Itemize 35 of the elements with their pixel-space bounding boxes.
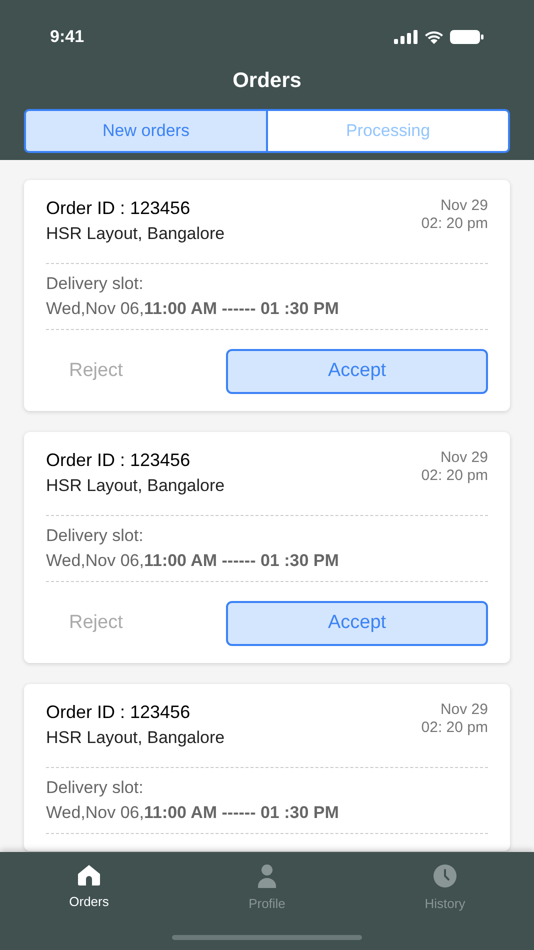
reject-button[interactable]: Reject (46, 602, 226, 646)
order-date: Nov 29 (440, 701, 488, 719)
order-date: Nov 29 (440, 449, 488, 467)
battery-icon (450, 30, 484, 44)
clock-icon (433, 864, 457, 888)
tab[interactable]: New orders (26, 110, 266, 150)
order-address: HSR Layout, Bangalore (46, 727, 225, 749)
slot-label: Delivery slot: (46, 777, 144, 799)
reject-button[interactable]: Reject (46, 350, 226, 394)
page-title: Orders (232, 68, 302, 94)
order-time: 02: 20 pm (421, 719, 488, 737)
nav-tab[interactable]: Orders (0, 864, 178, 914)
order-id: Order ID : 123456 (46, 701, 192, 723)
tab[interactable]: Processing (266, 110, 508, 150)
order-date: Nov 29 (440, 197, 488, 215)
slot-label: Delivery slot: (46, 525, 144, 547)
order-id: Order ID : 123456 (46, 449, 192, 471)
status-time: 9:41 (50, 26, 84, 48)
slot-label: Delivery slot: (46, 273, 144, 295)
signal-icon (394, 30, 418, 44)
person-icon (257, 864, 277, 888)
delivery-slot: Wed,Nov 06,11:00 AM ------ 01 :30 PM (46, 802, 488, 824)
order-id: Order ID : 123456 (46, 197, 192, 219)
home-icon (77, 864, 101, 886)
nav-tab[interactable]: History (356, 864, 534, 914)
delivery-slot: Wed,Nov 06,11:00 AM ------ 01 :30 PM (46, 550, 488, 572)
order-time: 02: 20 pm (421, 215, 488, 233)
order-address: HSR Layout, Bangalore (46, 223, 225, 245)
accept-button[interactable]: Accept (226, 601, 488, 646)
order-time: 02: 20 pm (421, 467, 488, 485)
delivery-slot: Wed,Nov 06,11:00 AM ------ 01 :30 PM (46, 298, 488, 320)
nav-tab[interactable]: Profile (178, 864, 356, 914)
order-address: HSR Layout, Bangalore (46, 475, 225, 497)
wifi-icon (424, 30, 444, 44)
accept-button[interactable]: Accept (226, 349, 488, 394)
